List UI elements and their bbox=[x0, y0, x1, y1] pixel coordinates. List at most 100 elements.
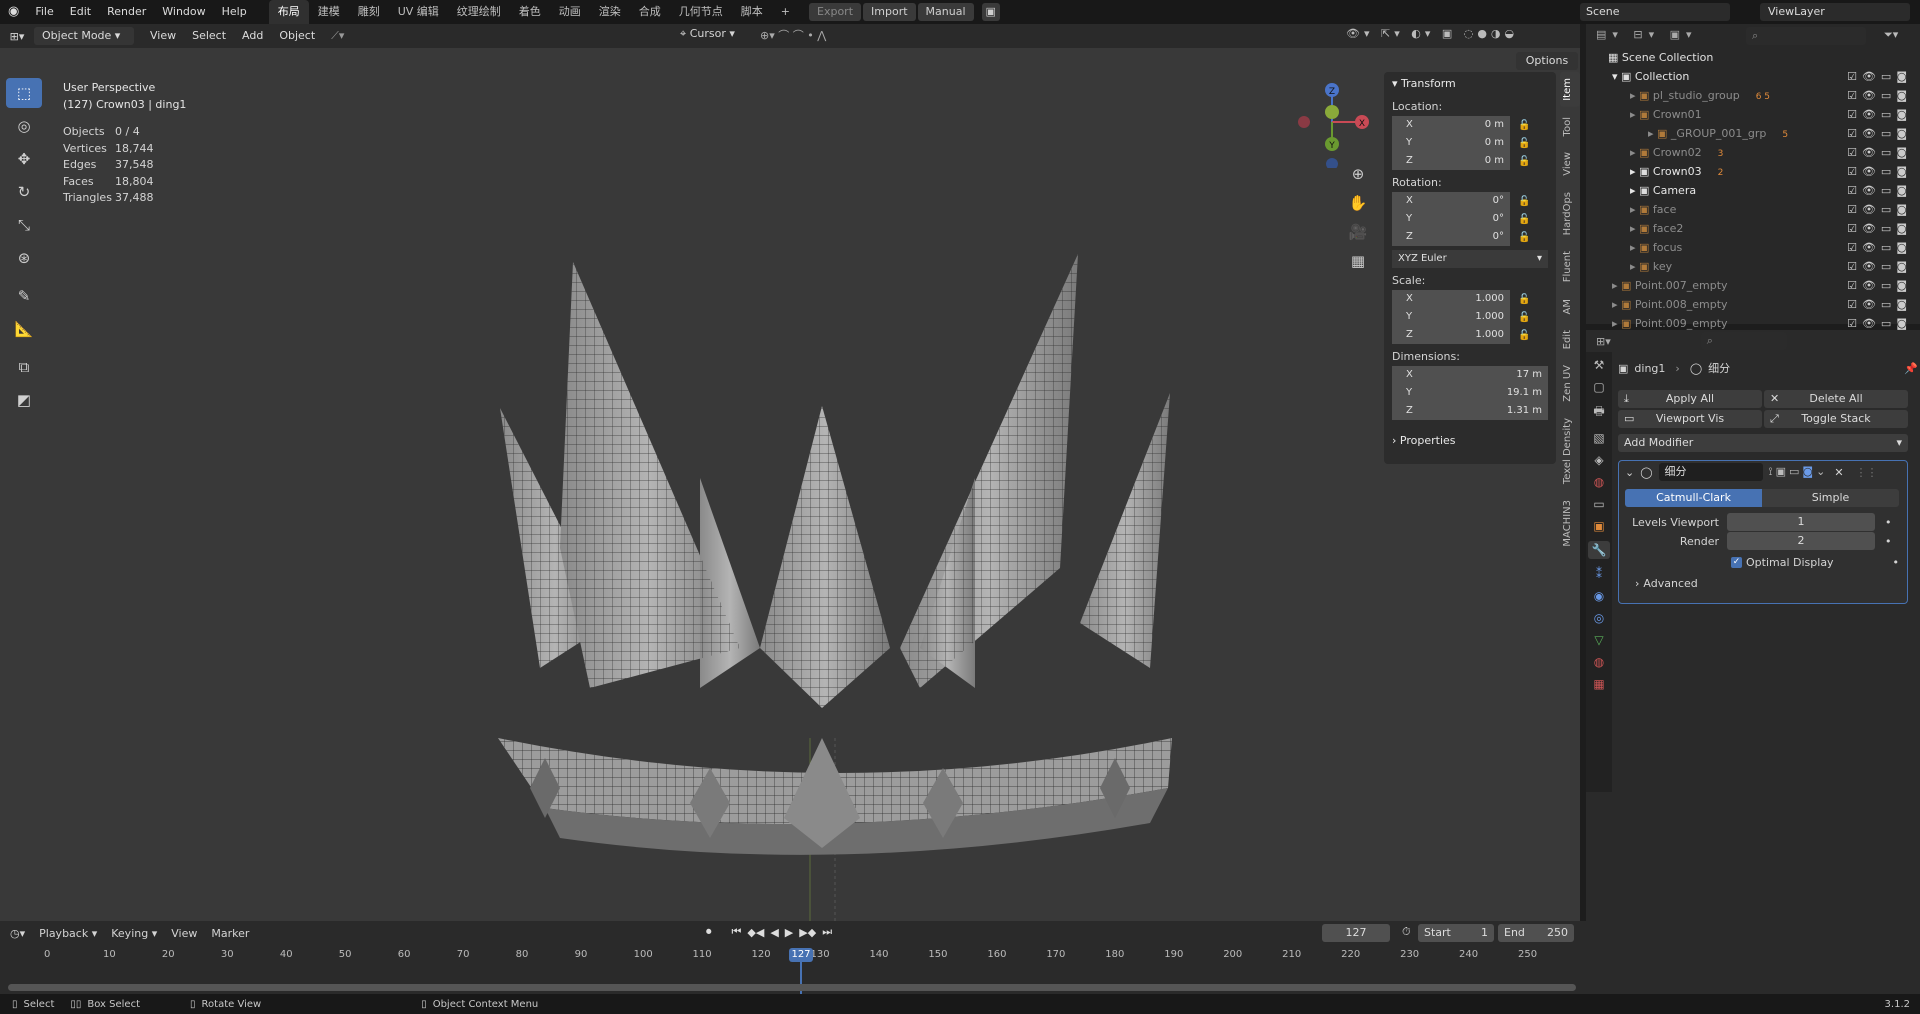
timeline-scrollbar[interactable] bbox=[8, 984, 1576, 991]
measure-tool-icon[interactable]: 📐 bbox=[6, 314, 42, 344]
view-layer-selector[interactable]: ViewLayer bbox=[1760, 3, 1910, 21]
visibility-toggle-icons[interactable]: ☑👁▭◙ bbox=[1847, 276, 1912, 295]
visibility-toggle-icons[interactable]: ☑👁▭◙ bbox=[1847, 143, 1912, 162]
visibility-toggle-icons[interactable]: ☑👁▭◙ bbox=[1847, 162, 1912, 181]
drag-handle-icon[interactable]: ⋮⋮ bbox=[1856, 466, 1878, 479]
transform-header[interactable]: ▾ Transform bbox=[1384, 72, 1556, 94]
modifier-toggle-icons[interactable]: ⟟▣▭◙⌄ bbox=[1769, 465, 1829, 479]
modifier-name-input[interactable]: 细分 bbox=[1658, 463, 1763, 481]
outliner-row[interactable]: ▸ ▣ Point.007_empty ☑👁▭◙ bbox=[1586, 276, 1920, 295]
lock-icon[interactable]: 🔓 bbox=[1518, 330, 1530, 341]
expand-arrow-icon[interactable]: ▸ bbox=[1630, 165, 1639, 178]
tab-texture-paint[interactable]: 纹理绘制 bbox=[448, 0, 510, 24]
tab-uv-editing[interactable]: UV 编辑 bbox=[389, 0, 448, 24]
menu-render[interactable]: Render bbox=[99, 0, 154, 24]
expand-arrow-icon[interactable]: ▸ bbox=[1612, 298, 1621, 311]
vp-menu-view[interactable]: View bbox=[142, 24, 184, 48]
location-y-field[interactable]: Y0 m bbox=[1392, 134, 1510, 152]
visibility-toggle-icons[interactable]: ☑👁▭◙ bbox=[1847, 124, 1912, 143]
visibility-toggle-icons[interactable]: ☑👁▭◙ bbox=[1847, 181, 1912, 200]
tab-modeling[interactable]: 建模 bbox=[309, 0, 349, 24]
outliner-search-input[interactable]: ⌕ bbox=[1746, 27, 1866, 45]
tab-fluent[interactable]: Fluent bbox=[1560, 245, 1580, 288]
outliner-row[interactable]: ▸ ▣ key ☑👁▭◙ bbox=[1586, 257, 1920, 276]
timeline-menu-playback[interactable]: Playback ▾ bbox=[39, 927, 97, 940]
tab-geometry-nodes[interactable]: 几何节点 bbox=[670, 0, 732, 24]
tab-zen-uv[interactable]: Zen UV bbox=[1560, 359, 1580, 408]
lock-icon[interactable]: 🔓 bbox=[1518, 214, 1530, 225]
material-icon[interactable]: ◍ bbox=[1594, 655, 1604, 669]
rotation-x-field[interactable]: X 0° bbox=[1392, 192, 1510, 210]
camera-view-icon[interactable]: 🎥 bbox=[1346, 218, 1370, 247]
expand-arrow-icon[interactable]: ▸ bbox=[1612, 279, 1621, 292]
zoom-icon[interactable]: ⊕ bbox=[1346, 160, 1370, 189]
pan-hand-icon[interactable]: ✋ bbox=[1346, 189, 1370, 218]
outliner-row[interactable]: ▸ ▣ focus ☑👁▭◙ bbox=[1586, 238, 1920, 257]
tab-hardops[interactable]: HardOps bbox=[1560, 186, 1580, 241]
dimension-x-field[interactable]: X 17 m bbox=[1392, 366, 1548, 384]
tab-animation[interactable]: 动画 bbox=[550, 0, 590, 24]
jump-end-icon[interactable]: ⏭ bbox=[822, 925, 832, 939]
outliner-row[interactable]: ▸ ▣ _GROUP_001_grp 5 ☑👁▭◙ bbox=[1586, 124, 1920, 143]
delete-all-button[interactable]: ✕ Delete All bbox=[1764, 390, 1908, 408]
tab-shading[interactable]: 着色 bbox=[510, 0, 550, 24]
tab-rendering[interactable]: 渲染 bbox=[590, 0, 630, 24]
world-icon[interactable]: ◍ bbox=[1594, 475, 1604, 489]
apply-all-button[interactable]: ⤓ Apply All bbox=[1618, 390, 1762, 408]
visibility-toggle-icons[interactable]: ☑👁▭◙ bbox=[1847, 105, 1912, 124]
collapse-chevron-icon[interactable]: ⌄ bbox=[1625, 466, 1634, 479]
select-box-tool-icon[interactable]: ⬚ bbox=[6, 78, 42, 108]
custom-tool-icon[interactable]: ◩ bbox=[6, 385, 42, 415]
scale-x-field[interactable]: X 1.000 bbox=[1392, 290, 1510, 308]
rotate-tool-icon[interactable]: ↻ bbox=[6, 177, 42, 207]
modifier-wrench-icon[interactable]: 🔧 bbox=[1587, 541, 1611, 559]
tool-settings-icon[interactable]: ⚒ bbox=[1594, 358, 1605, 372]
lock-icon[interactable]: 🔓 bbox=[1518, 138, 1530, 149]
pin-icon[interactable]: 📌 bbox=[1904, 362, 1918, 375]
export-button[interactable]: Export bbox=[809, 3, 862, 21]
visibility-toggle-icons[interactable]: ☑👁▭◙ bbox=[1847, 200, 1912, 219]
object-icon[interactable]: ▣ bbox=[1593, 519, 1604, 533]
toggle-stack-button[interactable]: ⤢ Toggle Stack bbox=[1764, 410, 1908, 428]
menu-file[interactable]: File bbox=[27, 0, 61, 24]
outliner-row[interactable]: ▸ ▣ Camera ☑👁▭◙ bbox=[1586, 181, 1920, 200]
snap-icon[interactable]: ⊕▾ ⌒ ⌒ • ⋀ bbox=[760, 27, 826, 43]
tab-layout[interactable]: 布局 bbox=[268, 0, 309, 24]
import-button[interactable]: Import bbox=[863, 3, 916, 21]
window-icon[interactable]: ▣ bbox=[981, 3, 1000, 21]
viewport-display-icons[interactable]: 👁▾ ⇱▾ ◐▾ ▣ ◌●◑◒ bbox=[1346, 27, 1518, 40]
keyframe-dot-icon[interactable]: • bbox=[1893, 556, 1900, 569]
dimension-y-field[interactable]: Y 19.1 m bbox=[1392, 384, 1548, 402]
prev-keyframe-icon[interactable]: ◆◀ bbox=[747, 926, 764, 939]
tab-edit[interactable]: Edit bbox=[1560, 324, 1580, 355]
keyframe-dot-icon[interactable]: • bbox=[1885, 516, 1892, 529]
lock-icon[interactable]: 🔓 bbox=[1518, 120, 1530, 131]
lock-icon[interactable]: 🔓 bbox=[1518, 232, 1530, 243]
editor-type-icon[interactable]: ◷▾ bbox=[10, 927, 25, 940]
render-levels-field[interactable]: 2 bbox=[1727, 532, 1875, 550]
collection-icon[interactable]: ▭ bbox=[1593, 497, 1604, 511]
next-keyframe-icon[interactable]: ▶◆ bbox=[799, 926, 816, 939]
visibility-toggle-icons[interactable]: ☑👁▭◙ bbox=[1847, 86, 1912, 105]
tab-tool[interactable]: Tool bbox=[1560, 111, 1580, 142]
expand-arrow-icon[interactable]: ▾ bbox=[1612, 70, 1621, 83]
outliner-row[interactable]: ▸ ▣ pl_studio_group 6 5 ☑👁▭◙ bbox=[1586, 86, 1920, 105]
manual-button[interactable]: Manual bbox=[917, 3, 974, 21]
scale-z-field[interactable]: Z 1.000 bbox=[1392, 326, 1510, 344]
playhead[interactable]: 127 bbox=[789, 948, 813, 962]
rotation-z-field[interactable]: Z 0° bbox=[1392, 228, 1510, 246]
properties-search-input[interactable]: ⌕ bbox=[1700, 332, 1787, 350]
timeline-menu-view[interactable]: View bbox=[171, 927, 197, 940]
rotation-y-field[interactable]: Y 0° bbox=[1392, 210, 1510, 228]
add-workspace-button[interactable]: + bbox=[772, 0, 799, 24]
scene-selector[interactable]: Scene bbox=[1580, 3, 1730, 21]
menu-window[interactable]: Window bbox=[154, 0, 213, 24]
navigation-gizmo[interactable]: Z X Y bbox=[1290, 78, 1380, 168]
pivot-selector[interactable]: ⌖ Cursor ▾ bbox=[680, 27, 735, 41]
start-frame-field[interactable]: Start 1 bbox=[1418, 924, 1494, 942]
timeline-menu-marker[interactable]: Marker bbox=[211, 927, 249, 940]
record-icon[interactable]: ⏺ bbox=[706, 925, 712, 939]
expand-arrow-icon[interactable]: ▸ bbox=[1630, 241, 1639, 254]
expand-arrow-icon[interactable]: ▸ bbox=[1612, 317, 1621, 330]
tab-sculpting[interactable]: 雕刻 bbox=[349, 0, 389, 24]
